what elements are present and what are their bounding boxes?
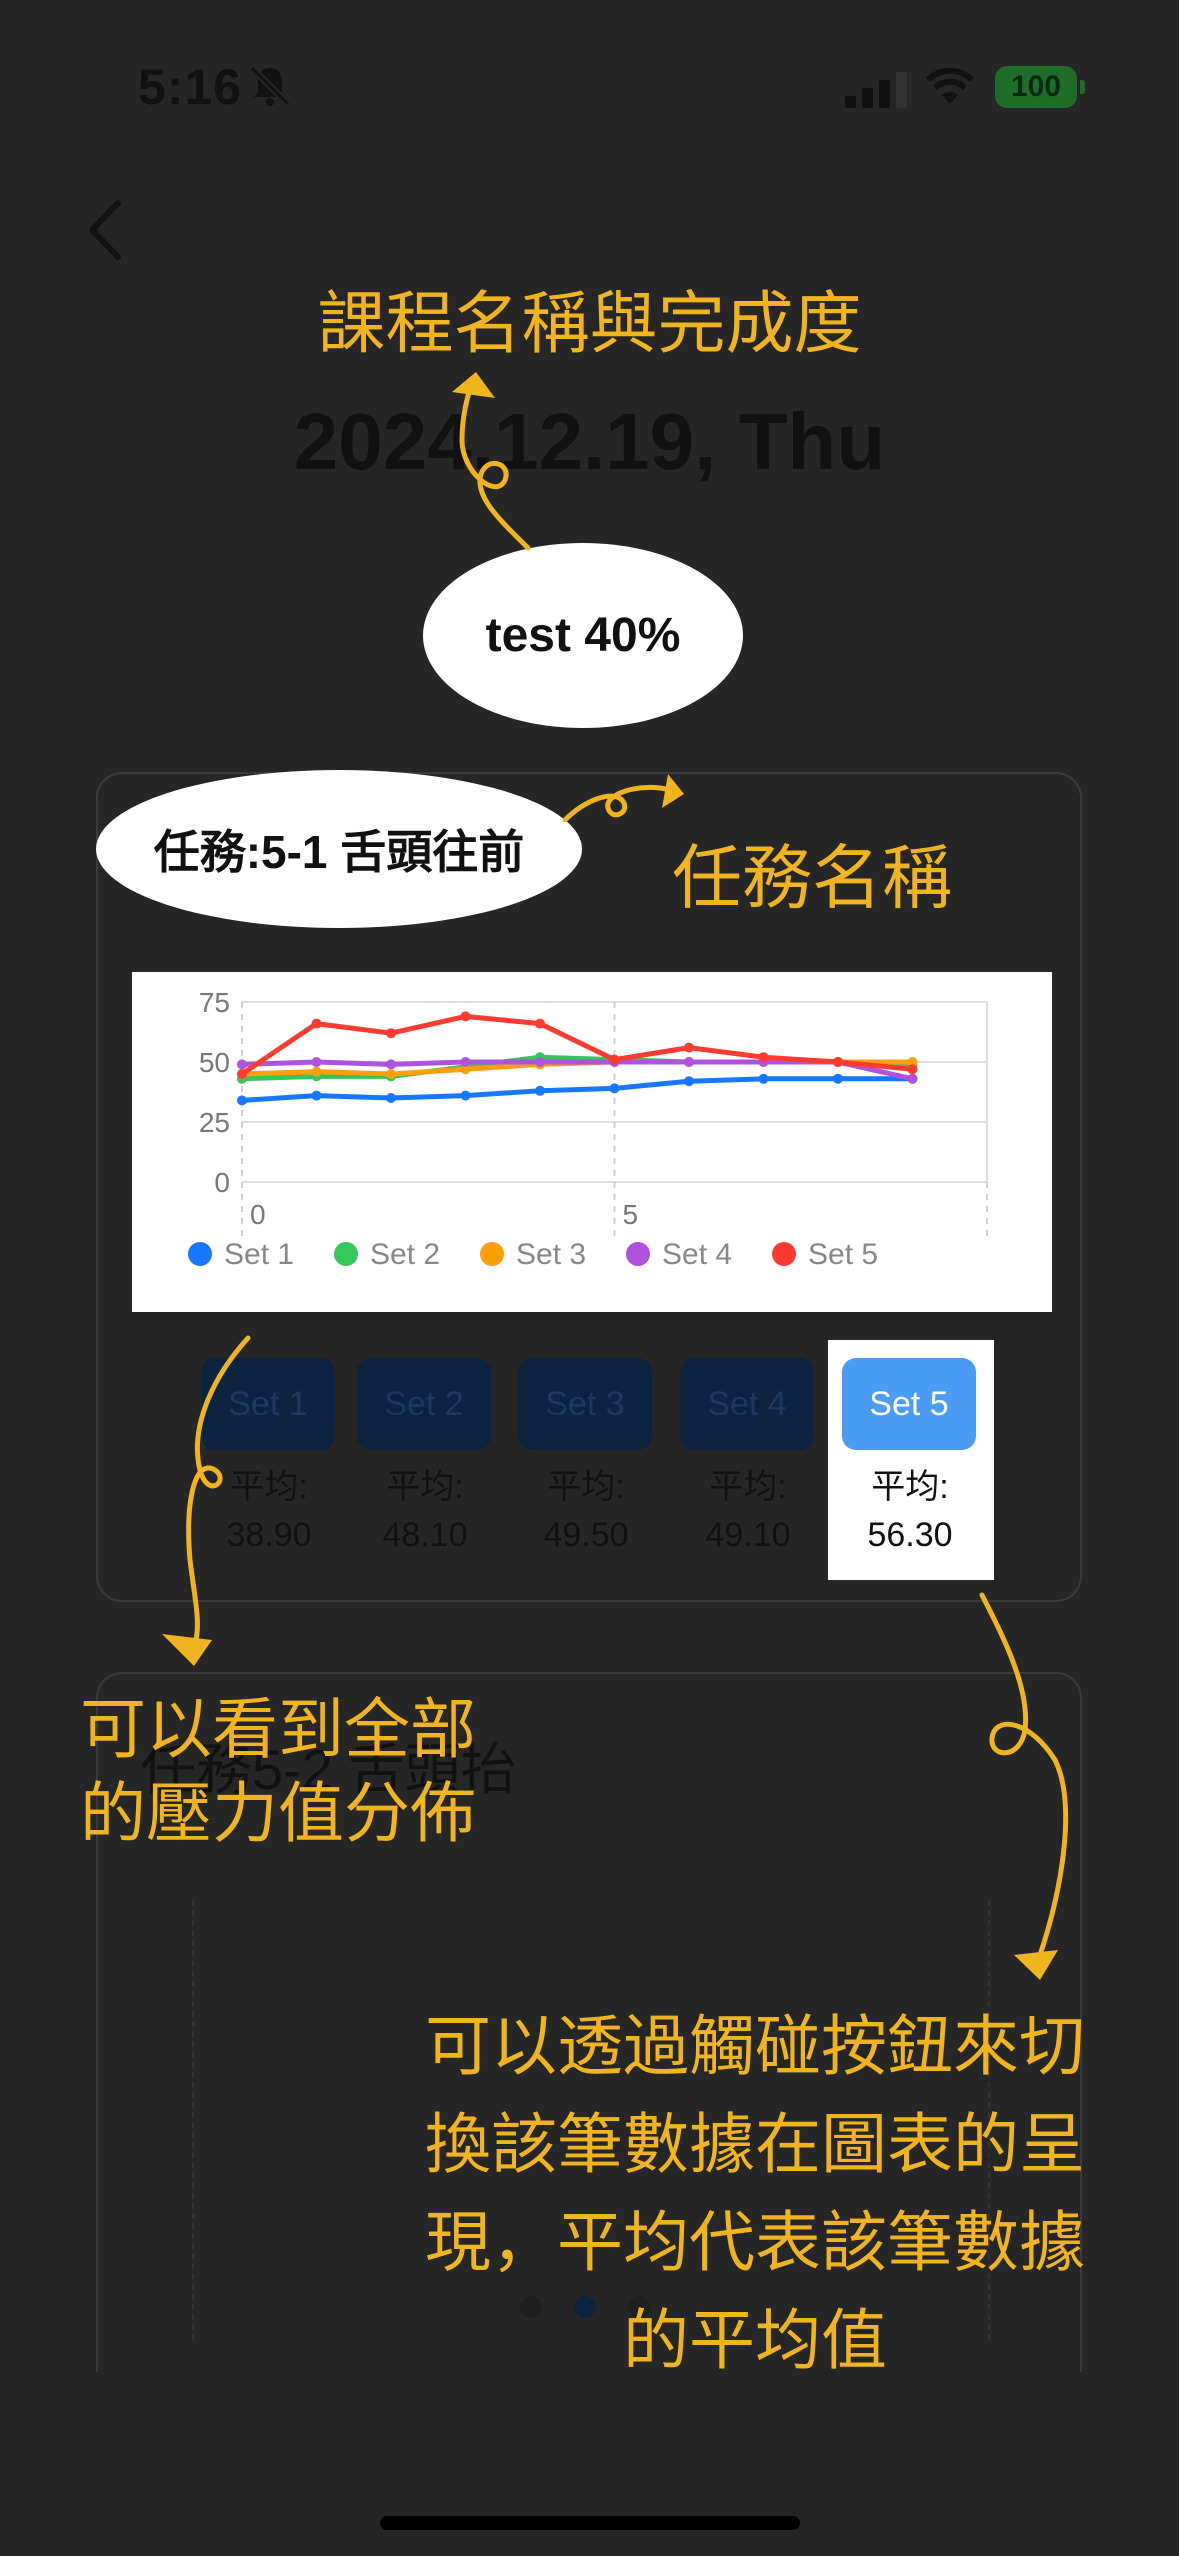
chart-point-set-3 bbox=[311, 1066, 322, 1077]
chart-point-set-1 bbox=[386, 1093, 396, 1103]
chart-y-tick-label: 25 bbox=[199, 1107, 230, 1138]
chart-legend-label-2: Set 2 bbox=[370, 1238, 440, 1271]
chart-legend-label-3: Set 3 bbox=[516, 1238, 586, 1271]
set-2-button[interactable]: Set 2 bbox=[357, 1358, 491, 1450]
chart-point-set-5 bbox=[386, 1028, 396, 1039]
chart-point-set-5 bbox=[684, 1042, 694, 1053]
chart-point-set-4 bbox=[535, 1057, 545, 1067]
chart-point-set-1 bbox=[460, 1090, 471, 1101]
set-3-button[interactable]: Set 3 bbox=[518, 1358, 652, 1450]
annotation-touch-line-2: 換該筆數據在圖表的呈 bbox=[425, 2106, 1085, 2183]
chart-legend-marker-1 bbox=[188, 1242, 212, 1266]
back-chevron-icon[interactable] bbox=[80, 195, 130, 265]
set-4-average-value: 49.10 bbox=[705, 1516, 791, 1554]
course-progress-label: test 40% bbox=[485, 609, 681, 662]
chart-legend-marker-5 bbox=[772, 1242, 796, 1266]
set-3-average: 平均: 49.50 bbox=[511, 1463, 661, 1559]
chart-legend-label-5: Set 5 bbox=[808, 1238, 878, 1271]
annotation-touch-line-4: 的平均值 bbox=[623, 2302, 887, 2379]
pressure-line-chart: 0 25 50 75 0 5 Set 1 Set 2 Set 3 Set 4 Set 5 bbox=[132, 972, 1052, 1312]
annotation-see-all-line-2: 的壓力值分佈 bbox=[80, 1775, 476, 1852]
set-1-average-label: 平均: bbox=[230, 1468, 308, 1506]
annotation-touch-switch: 可以透過觸碰按鈕來切 換該筆數據在圖表的呈 現，平均代表該筆數據 的平均值 bbox=[395, 1998, 1115, 2390]
home-indicator[interactable] bbox=[380, 2516, 800, 2530]
chart-legend-label-1: Set 1 bbox=[224, 1238, 294, 1271]
chart-point-set-1 bbox=[758, 1073, 769, 1084]
chart-y-tick-label: 50 bbox=[199, 1047, 230, 1078]
chart-point-set-5 bbox=[758, 1052, 769, 1063]
set-5-button[interactable]: Set 5 bbox=[842, 1358, 976, 1450]
chart-point-set-5 bbox=[833, 1057, 843, 1067]
cellular-signal-icon bbox=[845, 72, 907, 108]
chart-y-tick-label: 75 bbox=[199, 987, 230, 1018]
chart-point-set-5 bbox=[311, 1018, 322, 1029]
chart-point-set-1 bbox=[684, 1076, 694, 1087]
set-4-average-label: 平均: bbox=[709, 1468, 787, 1506]
arrowhead-title bbox=[452, 372, 495, 398]
bell-muted-icon bbox=[249, 65, 291, 107]
set-5-average: 平均: 56.30 bbox=[835, 1463, 985, 1559]
set-1-average: 平均: 38.90 bbox=[194, 1463, 344, 1559]
chart-point-set-4 bbox=[237, 1059, 247, 1070]
set-3-average-label: 平均: bbox=[547, 1468, 625, 1506]
chart-gridline bbox=[192, 1900, 194, 2340]
set-2-average-label: 平均: bbox=[386, 1468, 464, 1506]
set-4-button[interactable]: Set 4 bbox=[680, 1358, 814, 1450]
set-1-button[interactable]: Set 1 bbox=[201, 1358, 335, 1450]
annotation-course-title: 課程名稱與完成度 bbox=[317, 285, 862, 364]
chart-point-set-1 bbox=[311, 1090, 322, 1101]
task-title: 任務:5-1 舌頭往前 bbox=[153, 826, 525, 878]
annotation-see-all: 可以看到全部 的壓力值分佈 bbox=[80, 1688, 476, 1856]
chart-point-set-5 bbox=[237, 1069, 247, 1079]
task-title-badge: 任務:5-1 舌頭往前 bbox=[96, 770, 582, 928]
chart-point-set-1 bbox=[609, 1083, 620, 1094]
page-date: 2024.12.19, Thu bbox=[293, 397, 886, 486]
wifi-icon bbox=[925, 67, 975, 104]
chart-svg: 0 25 50 75 0 5 Set 1 Set 2 Set 3 Set 4 Set 5 bbox=[188, 987, 988, 1271]
chart-series-line-1 bbox=[241, 1076, 913, 1103]
set-1-average-value: 38.90 bbox=[226, 1516, 312, 1554]
course-progress-badge: test 40% bbox=[423, 543, 743, 728]
chart-point-set-1 bbox=[237, 1095, 247, 1106]
chart-legend-marker-4 bbox=[626, 1242, 650, 1266]
annotation-touch-line-3: 現，平均代表該筆數據 bbox=[425, 2204, 1085, 2281]
status-time: 5:16 bbox=[138, 59, 243, 115]
annotation-see-all-line-1: 可以看到全部 bbox=[80, 1691, 476, 1768]
chart-point-set-4 bbox=[684, 1057, 694, 1067]
chart-point-set-5 bbox=[907, 1064, 918, 1075]
chart-legend-label-4: Set 4 bbox=[662, 1238, 732, 1271]
chart-x-tick-label: 5 bbox=[623, 1199, 639, 1230]
set-5-average-value: 56.30 bbox=[867, 1516, 953, 1554]
arrowhead-chart bbox=[162, 1634, 212, 1666]
chart-point-set-5 bbox=[535, 1018, 545, 1029]
chart-point-set-5 bbox=[609, 1054, 620, 1065]
chart-point-set-5 bbox=[460, 1011, 471, 1022]
chart-point-set-1 bbox=[535, 1085, 545, 1096]
set-3-average-value: 49.50 bbox=[543, 1516, 629, 1554]
chart-legend-marker-2 bbox=[334, 1242, 358, 1266]
set-2-average-value: 48.10 bbox=[382, 1516, 468, 1554]
chart-point-set-3 bbox=[386, 1069, 396, 1079]
set-4-average: 平均: 49.10 bbox=[673, 1463, 823, 1559]
chart-point-set-4 bbox=[460, 1057, 471, 1067]
chart-point-set-4 bbox=[907, 1073, 918, 1084]
chart-x-tick-label: 0 bbox=[250, 1199, 266, 1230]
chart-point-set-4 bbox=[386, 1059, 396, 1070]
chart-point-set-4 bbox=[311, 1057, 322, 1067]
set-2-average: 平均: 48.10 bbox=[350, 1463, 500, 1559]
battery-indicator: 100 bbox=[995, 66, 1085, 108]
chart-legend-marker-3 bbox=[480, 1242, 504, 1266]
chart-y-tick-label: 0 bbox=[214, 1167, 230, 1198]
chart-point-set-1 bbox=[833, 1073, 843, 1084]
annotation-task-name: 任務名稱 bbox=[672, 837, 952, 919]
annotation-touch-line-1: 可以透過觸碰按鈕來切 bbox=[425, 2008, 1085, 2085]
set-5-average-label: 平均: bbox=[871, 1468, 949, 1506]
